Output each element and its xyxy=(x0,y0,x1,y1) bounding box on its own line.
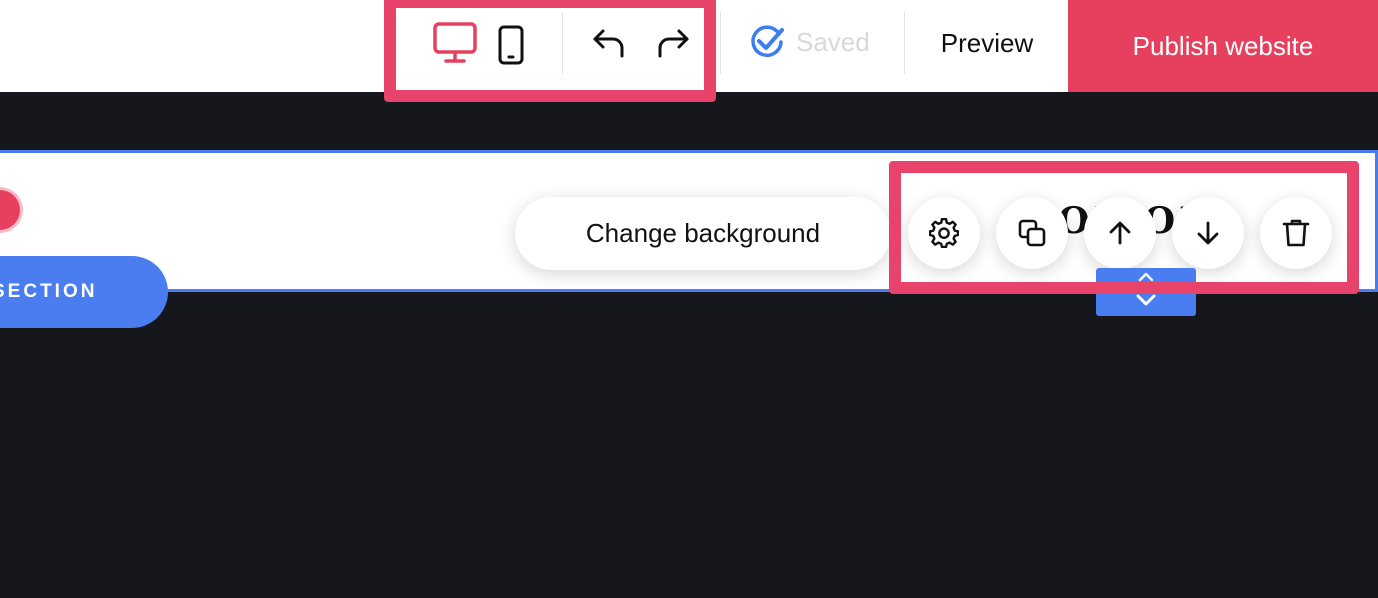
duplicate-section-button[interactable] xyxy=(996,197,1068,269)
gear-icon xyxy=(929,218,959,248)
move-section-up-button[interactable] xyxy=(1084,197,1156,269)
saved-label: Saved xyxy=(796,26,870,57)
undo-button[interactable] xyxy=(586,22,632,62)
check-circle-icon xyxy=(751,25,784,57)
mobile-view-button[interactable] xyxy=(490,22,532,68)
section-settings-button[interactable] xyxy=(908,197,980,269)
publish-website-button[interactable]: Publish website xyxy=(1068,0,1378,92)
chevron-up-down-icon xyxy=(1136,272,1156,306)
toolbar-divider xyxy=(720,12,721,74)
preview-button[interactable]: Preview xyxy=(906,0,1068,86)
change-background-button[interactable]: Change background xyxy=(515,197,891,270)
desktop-view-button[interactable] xyxy=(428,18,482,66)
copy-icon xyxy=(1018,219,1046,247)
trash-icon xyxy=(1282,219,1310,247)
mobile-icon xyxy=(498,25,524,65)
toolbar-divider xyxy=(562,12,563,74)
section-resize-handle[interactable] xyxy=(1096,268,1196,316)
saved-status: Saved xyxy=(748,20,870,64)
top-toolbar: Saved Preview Publish website xyxy=(0,0,1378,92)
move-section-down-button[interactable] xyxy=(1172,197,1244,269)
redo-button[interactable] xyxy=(650,22,696,62)
add-section-button[interactable]: SECTION xyxy=(0,256,168,328)
delete-section-button[interactable] xyxy=(1260,197,1332,269)
arrow-up-icon xyxy=(1109,221,1131,245)
undo-icon xyxy=(593,29,624,58)
toolbar-divider xyxy=(904,12,905,74)
monitor-icon xyxy=(433,22,477,63)
arrow-down-icon xyxy=(1197,221,1219,245)
redo-icon xyxy=(658,29,689,58)
